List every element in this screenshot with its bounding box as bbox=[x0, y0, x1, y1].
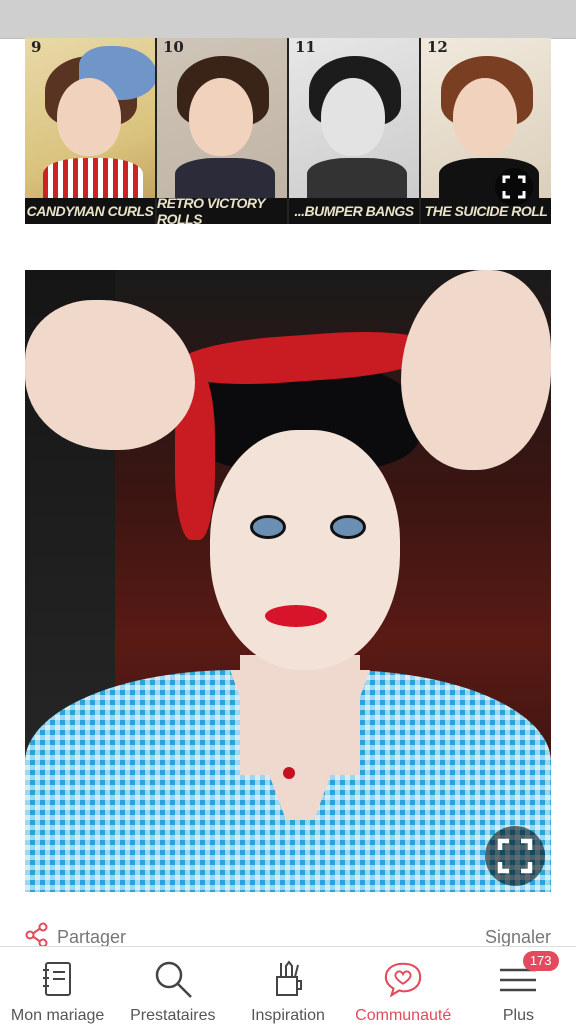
eye-shape bbox=[330, 515, 366, 539]
hand-shape bbox=[25, 300, 195, 450]
share-label: Partager bbox=[57, 926, 127, 947]
report-button[interactable]: Signaler bbox=[485, 927, 551, 948]
hairstyle-collage-image[interactable]: 9 CANDYMAN CURLS 10 RETRO VICTORY ROLLS … bbox=[25, 38, 551, 224]
fullscreen-icon[interactable] bbox=[495, 168, 533, 206]
nav-item-plus[interactable]: 173 Plus bbox=[461, 947, 576, 1025]
panel-caption: THE SUICIDE ROLL bbox=[421, 198, 551, 224]
panel-number: 11 bbox=[295, 38, 316, 56]
shirt-shape bbox=[175, 158, 275, 198]
face-shape bbox=[189, 78, 253, 156]
collage-panel: 10 RETRO VICTORY ROLLS bbox=[157, 38, 287, 224]
shirt-shape bbox=[43, 158, 143, 198]
bottom-nav: Mon mariage Prestataires Inspiration Com… bbox=[0, 946, 576, 1025]
search-icon bbox=[153, 957, 193, 1001]
shirt-shape bbox=[307, 158, 407, 198]
heart-chat-icon bbox=[383, 957, 423, 1001]
panel-caption: ...BUMPER BANGS bbox=[289, 198, 419, 224]
face-shape bbox=[210, 430, 400, 670]
collage-panel: 9 CANDYMAN CURLS bbox=[25, 38, 155, 224]
panel-number: 9 bbox=[31, 38, 42, 56]
nav-item-mon-mariage[interactable]: Mon mariage bbox=[0, 947, 115, 1025]
face-shape bbox=[321, 78, 385, 156]
nav-label: Inspiration bbox=[251, 1007, 325, 1024]
nav-item-inspiration[interactable]: Inspiration bbox=[230, 947, 345, 1025]
notification-badge: 173 bbox=[522, 951, 559, 971]
panel-caption: RETRO VICTORY ROLLS bbox=[157, 195, 287, 224]
pencil-cup-icon bbox=[268, 957, 308, 1001]
face-shape bbox=[453, 78, 517, 156]
eye-shape bbox=[250, 515, 286, 539]
collage-panel: 12 THE SUICIDE ROLL bbox=[421, 38, 551, 224]
nav-label: Mon mariage bbox=[10, 1007, 105, 1024]
hand-shape bbox=[401, 270, 551, 470]
panel-number: 10 bbox=[163, 38, 184, 56]
lips-shape bbox=[265, 605, 327, 627]
fullscreen-icon[interactable] bbox=[485, 826, 545, 886]
collage-panel: 11 ...BUMPER BANGS bbox=[289, 38, 419, 224]
notebook-icon bbox=[38, 957, 78, 1001]
nav-item-communaute[interactable]: Communauté bbox=[346, 947, 461, 1025]
face-shape bbox=[57, 78, 121, 156]
nav-item-prestataires[interactable]: Prestataires bbox=[115, 947, 230, 1025]
status-bar bbox=[0, 0, 576, 39]
pinup-bandana-photo[interactable] bbox=[25, 270, 551, 892]
panel-number: 12 bbox=[427, 38, 448, 56]
nav-label: Communauté bbox=[355, 1007, 452, 1024]
panel-caption: CANDYMAN CURLS bbox=[25, 198, 155, 224]
cherry-necklace-shape bbox=[283, 767, 295, 779]
nav-label: Plus bbox=[502, 1007, 534, 1024]
nav-label: Prestataires bbox=[130, 1007, 216, 1024]
